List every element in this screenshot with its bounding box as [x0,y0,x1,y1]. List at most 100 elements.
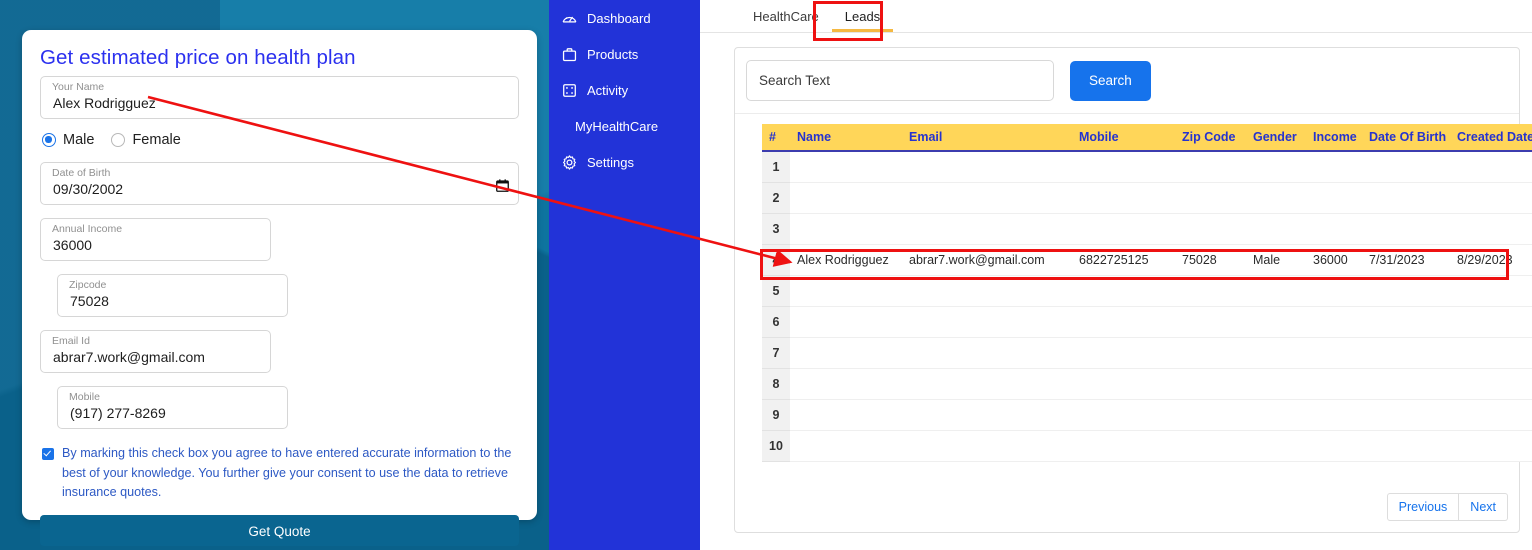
cell-mobile: 6822725125 [1072,244,1175,276]
cell-dob [1362,306,1450,338]
cell-index: 7 [762,337,790,369]
sidebar-item-myhealthcare[interactable]: MyHealthCare [549,108,700,144]
search-row: Search [735,48,1519,114]
cell-name [790,368,902,400]
app-root: Get estimated price on health plan Your … [0,0,1532,550]
table-row[interactable]: 6 [762,306,1532,338]
cell-index: 10 [762,430,790,462]
leads-table: # Name Email Mobile Zip Code Gender Inco… [762,124,1532,462]
col-header-created[interactable]: Created Date [1450,124,1532,152]
previous-page-button[interactable]: Previous [1386,493,1460,521]
email-field[interactable]: Email Id abrar7.work@gmail.com [40,330,271,373]
cell-income [1306,399,1362,431]
table-row[interactable]: 9 [762,399,1532,431]
table-header-row: # Name Email Mobile Zip Code Gender Inco… [762,124,1532,152]
zipcode-value: 75028 [70,293,109,309]
sidebar: Dashboard Products Activity MyHealthCare [549,0,700,550]
cell-income [1306,306,1362,338]
table-row[interactable]: 10 [762,430,1532,462]
cell-index: 4 [762,244,790,276]
table-row[interactable]: 5 [762,275,1532,307]
cell-income [1306,275,1362,307]
cell-zipcode [1175,151,1246,183]
cell-index: 3 [762,213,790,245]
sidebar-item-label: Settings [587,154,634,170]
annual-income-field[interactable]: Annual Income 36000 [40,218,271,261]
cell-name [790,151,902,183]
get-quote-button[interactable]: Get Quote [40,514,519,546]
cell-created [1450,337,1532,369]
tab-leads[interactable]: Leads [832,3,893,32]
table-row[interactable]: 3 [762,213,1532,245]
table-head: # Name Email Mobile Zip Code Gender Inco… [762,124,1532,152]
calendar-icon[interactable] [496,179,509,192]
cell-name [790,306,902,338]
table-row[interactable]: 4 Alex Rodrigguez abrar7.work@gmail.com 682… [762,244,1532,276]
col-header-name[interactable]: Name [790,124,902,152]
cell-gender [1246,213,1306,245]
cell-gender: Male [1246,244,1306,276]
consent-checkbox[interactable] [42,448,54,460]
tab-healthcare[interactable]: HealthCare [740,3,832,32]
leads-table-container: # Name Email Mobile Zip Code Gender Inco… [762,124,1532,516]
radio-female[interactable] [111,133,126,147]
table-row[interactable]: 2 [762,182,1532,214]
zipcode-field[interactable]: Zipcode 75028 [57,274,288,317]
table-row[interactable]: 7 [762,337,1532,369]
col-header-dob[interactable]: Date Of Birth [1362,124,1450,152]
sidebar-item-activity[interactable]: Activity [549,72,700,108]
sidebar-item-settings[interactable]: Settings [549,144,700,180]
cell-index: 2 [762,182,790,214]
col-header-email[interactable]: Email [902,124,1072,152]
mobile-value: (917) 277-8269 [70,405,166,421]
cell-zipcode [1175,399,1246,431]
radio-male-label: Male [63,132,95,148]
gear-icon [562,154,577,170]
search-input[interactable] [746,60,1054,101]
email-label: Email Id [52,335,90,347]
cell-dob [1362,213,1450,245]
col-header-index[interactable]: # [762,124,790,152]
cell-zipcode [1175,306,1246,338]
col-header-gender[interactable]: Gender [1246,124,1306,152]
date-of-birth-field[interactable]: Date of Birth 09/30/2002 [40,162,519,205]
cell-name [790,399,902,431]
cell-mobile [1072,368,1175,400]
cell-name [790,213,902,245]
mobile-field[interactable]: Mobile (917) 277-8269 [57,386,288,429]
cell-mobile [1072,213,1175,245]
radio-male[interactable] [42,133,56,147]
cell-dob [1362,151,1450,183]
sidebar-item-label: Activity [587,82,629,98]
cell-zipcode [1175,213,1246,245]
table-row[interactable]: 1 [762,151,1532,183]
cell-mobile [1072,430,1175,462]
your-name-field[interactable]: Your Name Alex Rodrigguez [40,76,519,119]
cell-dob [1362,275,1450,307]
cell-index: 9 [762,399,790,431]
cell-created [1450,399,1532,431]
next-page-button[interactable]: Next [1459,493,1508,521]
cell-email [902,213,1072,245]
sidebar-item-label: MyHealthCare [575,118,659,134]
cell-zipcode [1175,337,1246,369]
cell-email: abrar7.work@gmail.com [902,244,1072,276]
cell-income [1306,430,1362,462]
search-button[interactable]: Search [1070,60,1151,101]
cell-zipcode [1175,275,1246,307]
cell-income [1306,213,1362,245]
col-header-mobile[interactable]: Mobile [1072,124,1175,152]
col-header-zipcode[interactable]: Zip Code [1175,124,1246,152]
page-title: Get estimated price on health plan [40,46,356,69]
cell-index: 5 [762,275,790,307]
table-row[interactable]: 8 [762,368,1532,400]
cell-name: Alex Rodrigguez [790,244,902,276]
tab-bar: HealthCare Leads [700,0,1532,33]
sidebar-item-dashboard[interactable]: Dashboard [549,0,700,36]
cell-mobile [1072,337,1175,369]
sidebar-item-products[interactable]: Products [549,36,700,72]
cell-zipcode [1175,182,1246,214]
col-header-income[interactable]: Income [1306,124,1362,152]
pagination: Previous Next [1386,493,1508,521]
cell-name [790,337,902,369]
